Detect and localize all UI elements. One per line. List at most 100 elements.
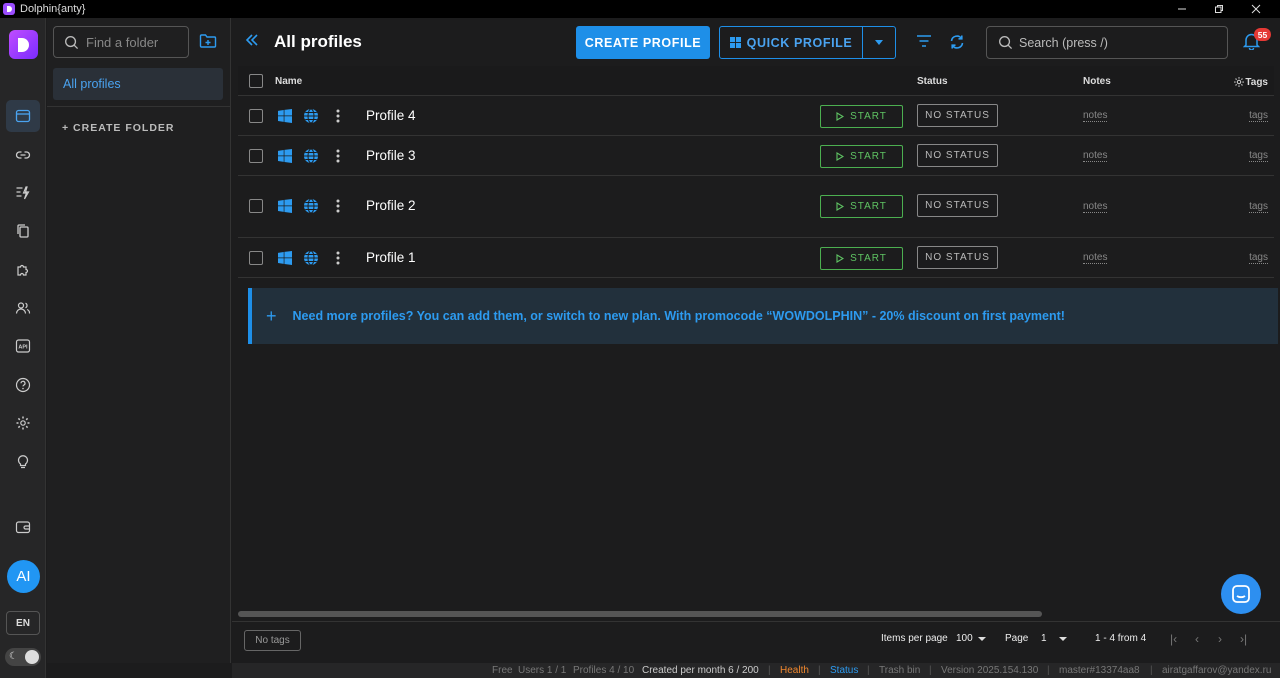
items-per-page-select[interactable]: 100 — [956, 633, 973, 644]
quick-profile-main[interactable]: QUICK PROFILE — [720, 27, 863, 58]
refresh-button[interactable] — [948, 33, 966, 56]
close-icon[interactable] — [1244, 0, 1268, 18]
branch-label: master#13374aa8 — [1059, 665, 1140, 676]
divider: | — [929, 665, 932, 676]
dolphin-logo-icon[interactable] — [9, 30, 38, 59]
prev-page-icon[interactable]: ‹ — [1195, 632, 1199, 646]
column-settings-icon[interactable] — [1233, 76, 1245, 88]
notes-link[interactable]: notes — [1083, 110, 1108, 122]
notes-link[interactable]: notes — [1083, 252, 1108, 264]
sidebar-item-wallet[interactable] — [6, 511, 40, 543]
more-vertical-icon[interactable] — [336, 109, 340, 123]
table-row[interactable]: Profile 3 START NO STATUS notes tags — [238, 136, 1274, 176]
last-page-icon[interactable]: ›| — [1240, 632, 1247, 646]
next-page-icon[interactable]: › — [1218, 632, 1222, 646]
refresh-icon — [950, 35, 964, 49]
sidebar-item-tips[interactable] — [6, 445, 40, 477]
globe-icon — [304, 108, 318, 124]
notes-link[interactable]: notes — [1083, 201, 1108, 213]
divider: | — [1150, 665, 1153, 676]
avatar[interactable]: AI — [7, 560, 40, 593]
horizontal-scrollbar[interactable] — [238, 611, 1042, 617]
page-select[interactable]: 1 — [1041, 633, 1047, 644]
table-row[interactable]: Profile 2 START NO STATUS notes tags — [238, 176, 1274, 238]
more-vertical-icon[interactable] — [336, 251, 340, 265]
tags-link[interactable]: tags — [1249, 252, 1268, 264]
theme-toggle[interactable]: ☾ — [5, 648, 41, 666]
sidebar-item-help[interactable] — [6, 369, 40, 401]
sidebar-item-automation[interactable] — [6, 177, 40, 209]
quick-profile-button[interactable]: QUICK PROFILE — [719, 26, 896, 59]
first-page-icon[interactable]: |‹ — [1170, 632, 1177, 646]
profiles-table: Name Status Notes Tags Profile 4 START N… — [238, 66, 1274, 278]
search-input[interactable]: Search (press /) — [986, 26, 1228, 59]
profile-name[interactable]: Profile 2 — [366, 198, 416, 213]
row-checkbox[interactable] — [249, 199, 263, 213]
start-button[interactable]: START — [820, 145, 903, 168]
minimize-icon[interactable] — [1170, 0, 1194, 18]
filter-button[interactable] — [916, 34, 932, 53]
tags-link[interactable]: tags — [1249, 150, 1268, 162]
collapse-panel-button[interactable] — [244, 32, 260, 53]
chevron-down-icon[interactable] — [978, 637, 986, 641]
health-link[interactable]: Health — [780, 665, 809, 676]
trash-bin-link[interactable]: Trash bin — [879, 665, 920, 676]
users-count: Users 1 / 1 — [518, 665, 567, 676]
notes-link[interactable]: notes — [1083, 150, 1108, 162]
tags-link[interactable]: tags — [1249, 201, 1268, 213]
sidebar-item-proxies[interactable] — [6, 139, 40, 171]
profile-name[interactable]: Profile 3 — [366, 148, 416, 163]
sidebar-item-templates[interactable] — [6, 215, 40, 247]
support-chat-button[interactable] — [1221, 574, 1261, 614]
table-row[interactable]: Profile 4 START NO STATUS notes tags — [238, 96, 1274, 136]
profile-name[interactable]: Profile 1 — [366, 250, 416, 265]
start-button[interactable]: START — [820, 247, 903, 270]
create-profile-button[interactable]: CREATE PROFILE — [576, 26, 710, 59]
column-header-tags[interactable]: Tags — [1233, 76, 1268, 88]
plus-icon: + — [266, 305, 277, 326]
folder-search-input[interactable]: Find a folder — [53, 26, 189, 58]
restore-icon[interactable] — [1207, 0, 1231, 18]
folder-item-all-profiles[interactable]: All profiles — [53, 68, 223, 100]
column-header-notes[interactable]: Notes — [1083, 76, 1111, 87]
status-badge[interactable]: NO STATUS — [917, 194, 998, 217]
quick-profile-dropdown[interactable] — [863, 40, 895, 45]
language-switcher[interactable]: EN — [6, 611, 40, 635]
divider: | — [768, 665, 771, 676]
gear-icon — [16, 416, 30, 430]
tags-filter-button[interactable]: No tags — [244, 630, 301, 651]
status-bar: Free Users 1 / 1 Profiles 4 / 10 Created… — [232, 663, 1280, 678]
notification-badge: 55 — [1254, 28, 1271, 41]
sidebar-item-users[interactable] — [6, 292, 40, 324]
status-badge[interactable]: NO STATUS — [917, 246, 998, 269]
page-label: Page — [1005, 633, 1029, 644]
sidebar-item-api[interactable]: API — [6, 330, 40, 362]
windows-icon — [278, 251, 292, 265]
add-folder-button[interactable] — [199, 33, 217, 54]
column-header-status[interactable]: Status — [917, 76, 948, 87]
start-label: START — [850, 201, 887, 212]
start-button[interactable]: START — [820, 105, 903, 128]
chevron-down-icon[interactable] — [1059, 637, 1067, 641]
more-vertical-icon[interactable] — [336, 199, 340, 213]
row-checkbox[interactable] — [249, 149, 263, 163]
row-checkbox[interactable] — [249, 109, 263, 123]
create-folder-button[interactable]: + CREATE FOLDER — [62, 122, 175, 134]
sidebar-item-profiles[interactable] — [6, 100, 40, 132]
more-vertical-icon[interactable] — [336, 149, 340, 163]
status-badge[interactable]: NO STATUS — [917, 104, 998, 127]
select-all-checkbox[interactable] — [249, 74, 263, 88]
status-badge[interactable]: NO STATUS — [917, 144, 998, 167]
column-header-name[interactable]: Name — [275, 76, 302, 87]
search-icon — [999, 36, 1013, 50]
tags-link[interactable]: tags — [1249, 110, 1268, 122]
row-checkbox[interactable] — [249, 251, 263, 265]
sidebar-item-extensions[interactable] — [6, 254, 40, 286]
promo-banner[interactable]: + Need more profiles? You can add them, … — [248, 288, 1278, 344]
start-button[interactable]: START — [820, 195, 903, 218]
table-row[interactable]: Profile 1 START NO STATUS notes tags — [238, 238, 1274, 278]
sidebar-item-settings[interactable] — [6, 407, 40, 439]
start-label: START — [850, 253, 887, 264]
profile-name[interactable]: Profile 4 — [366, 108, 416, 123]
status-link[interactable]: Status — [830, 665, 858, 676]
